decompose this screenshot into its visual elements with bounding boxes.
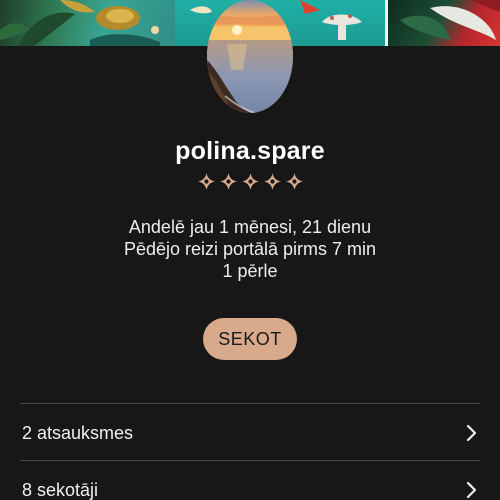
profile-page: polina.spare Andelē jau 1 mēnesi, 21 die… [0, 0, 500, 500]
follow-button[interactable]: SEKOT [203, 318, 297, 360]
sparkle-star-icon [219, 172, 237, 191]
chevron-right-icon [466, 481, 477, 499]
reviews-row[interactable]: 2 atsauksmes [20, 405, 480, 461]
sparkle-star-icon [197, 172, 215, 191]
pearls-count: 1 pērle [222, 261, 278, 281]
avatar-sunset-photo [207, 0, 293, 113]
member-since-text: Andelē jau 1 mēnesi, 21 dienu [128, 217, 372, 237]
avatar[interactable] [207, 0, 293, 113]
profile-info: Andelē jau 1 mēnesi, 21 dienu Pēdējo rei… [0, 216, 500, 282]
username: polina.spare [175, 137, 325, 165]
last-seen-text: Pēdējo reizi portālā pirms 7 min [123, 239, 377, 259]
chevron-right-icon [466, 424, 477, 442]
followers-label: 8 sekotāji [22, 480, 99, 500]
sparkle-star-icon [285, 172, 303, 191]
sparkle-star-icon [263, 172, 281, 191]
followers-row[interactable]: 8 sekotāji [20, 462, 480, 500]
list-divider [20, 403, 480, 404]
list-divider [20, 460, 480, 461]
reviews-label: 2 atsauksmes [22, 423, 134, 443]
rating-stars [0, 172, 500, 194]
sparkle-star-icon [241, 172, 259, 191]
